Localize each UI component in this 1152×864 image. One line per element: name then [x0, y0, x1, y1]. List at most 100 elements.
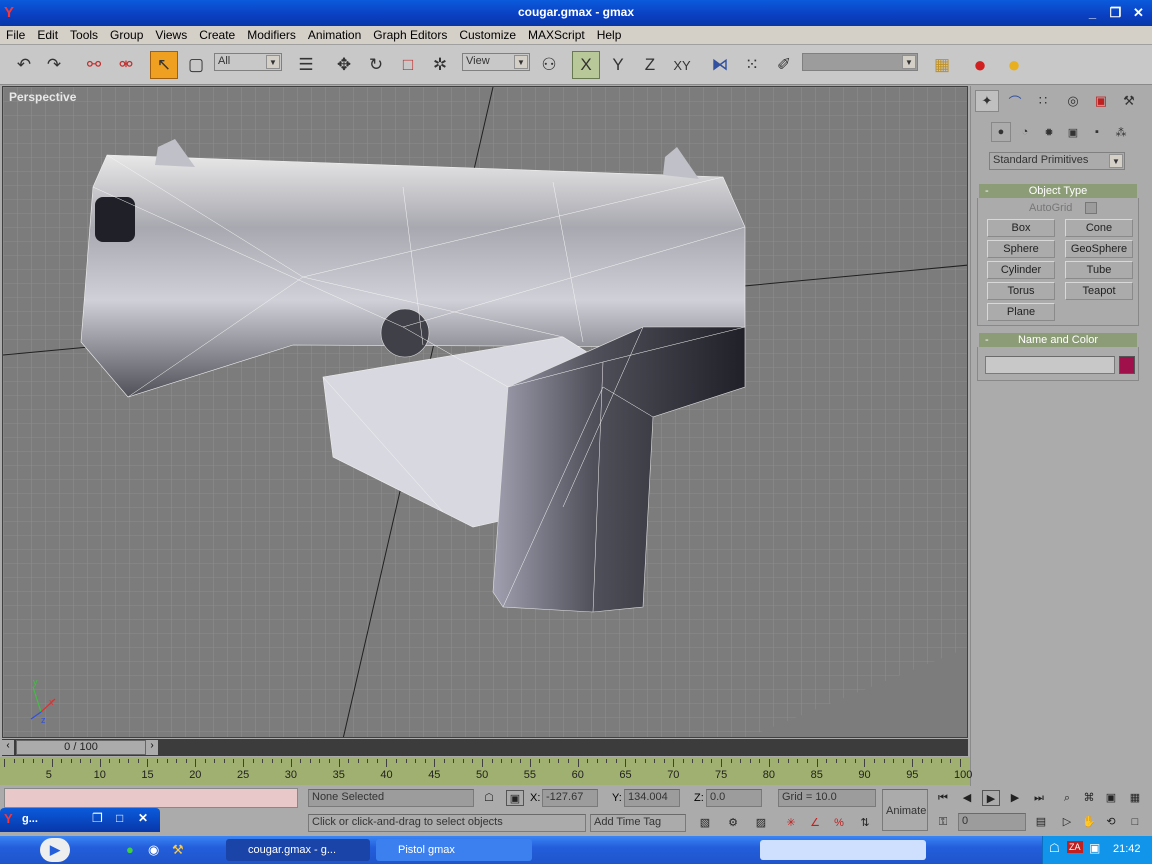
torus-button[interactable]: Torus	[987, 282, 1055, 300]
x-coord-field[interactable]: -127.67	[542, 789, 598, 807]
zoom-all-icon[interactable]: ⌘	[1080, 790, 1098, 806]
menu-views[interactable]: Views	[149, 26, 193, 44]
pivot-center-icon[interactable]: ⚇	[535, 51, 563, 79]
menu-graph-editors[interactable]: Graph Editors	[367, 26, 453, 44]
axis-xy-button[interactable]: XY	[668, 51, 696, 79]
geometry-icon[interactable]: ●	[991, 122, 1011, 142]
close-button[interactable]: ✕	[1128, 3, 1149, 23]
time-slider-thumb[interactable]: 0 / 100	[16, 740, 146, 755]
teapot-button[interactable]: Teapot	[1065, 282, 1133, 300]
selection-box-icon[interactable]: ▨	[752, 815, 770, 831]
scale-icon[interactable]: □	[394, 51, 422, 79]
z-coord-field[interactable]: 0.0	[706, 789, 762, 807]
animate-button[interactable]: Animate	[882, 789, 928, 831]
angle-snap-icon[interactable]: ∠	[806, 815, 824, 831]
redo-icon[interactable]: ↷	[40, 51, 68, 79]
axis-y-button[interactable]: Y	[604, 51, 632, 79]
tube-button[interactable]: Tube	[1065, 261, 1133, 279]
object-name-input[interactable]	[985, 356, 1115, 374]
media-toolbar[interactable]	[760, 840, 926, 860]
time-next-arrow-icon[interactable]: ›	[146, 740, 158, 755]
lock-selection-icon[interactable]: ☖	[480, 790, 498, 806]
hierarchy-tab-icon[interactable]: ∷	[1031, 90, 1055, 112]
plane-button[interactable]: Plane	[987, 303, 1055, 321]
quick-render-icon[interactable]: ●	[1000, 51, 1028, 79]
manipulate-icon[interactable]: ✲	[426, 51, 454, 79]
unlink-selection-icon[interactable]: ⚮	[112, 51, 140, 79]
spinner-snap-icon[interactable]: ⇅	[856, 815, 874, 831]
zoom-extents-icon[interactable]: ▣	[1102, 790, 1120, 806]
array-icon[interactable]: ⁙	[738, 51, 766, 79]
time-prev-arrow-icon[interactable]: ‹	[2, 740, 14, 755]
named-selection-dropdown[interactable]: ▼	[802, 53, 918, 71]
render-icon[interactable]: ●	[966, 51, 994, 79]
align-icon[interactable]: ✐	[770, 51, 798, 79]
helpers-icon[interactable]: ▪	[1087, 122, 1107, 142]
autogrid-checkbox[interactable]	[1085, 202, 1097, 214]
cone-button[interactable]: Cone	[1065, 219, 1133, 237]
quicklaunch-icon[interactable]: ●	[126, 842, 134, 857]
move-icon[interactable]: ✥	[330, 51, 358, 79]
add-time-tag-button[interactable]: Add Time Tag	[590, 814, 686, 832]
network-icon[interactable]: ☖	[1049, 841, 1060, 855]
shapes-icon[interactable]: ◔	[1015, 122, 1035, 142]
selection-filter-dropdown[interactable]: All ▼	[214, 53, 282, 71]
arc-rotate-icon[interactable]: ⟲	[1102, 814, 1120, 830]
quicklaunch-tool-icon[interactable]: ⚒	[172, 842, 184, 858]
motion-tab-icon[interactable]: ◎	[1061, 90, 1085, 112]
menu-maxscript[interactable]: MAXScript	[522, 26, 591, 44]
select-by-name-icon[interactable]: ☰	[292, 51, 320, 79]
name-and-color-rollout-header[interactable]: - Name and Color	[979, 333, 1137, 347]
field-of-view-icon[interactable]: ▷	[1058, 814, 1076, 830]
media-play-icon[interactable]: ▶	[40, 838, 70, 862]
task-gmax[interactable]: cougar.gmax - g...	[226, 839, 370, 861]
perspective-viewport[interactable]: y x z Perspective	[2, 86, 968, 738]
zonealarm-icon[interactable]: ZA	[1067, 841, 1083, 853]
utilities-tab-icon[interactable]: ⚒	[1117, 90, 1141, 112]
time-slider[interactable]: ‹ 0 / 100 ›	[2, 739, 968, 756]
key-mode-icon[interactable]: ⚿	[934, 814, 952, 830]
zoom-extents-all-icon[interactable]: ▦	[1126, 790, 1144, 806]
undo-icon[interactable]: ↶	[10, 51, 38, 79]
sphere-button[interactable]: Sphere	[987, 240, 1055, 258]
viewport-label[interactable]: Perspective	[9, 90, 76, 104]
current-frame-field[interactable]: 0	[958, 813, 1026, 831]
close-icon[interactable]: ✕	[138, 811, 148, 825]
select-and-link-icon[interactable]: ⚯	[80, 51, 108, 79]
cylinder-button[interactable]: Cylinder	[987, 261, 1055, 279]
media-player-icon[interactable]: ◉	[148, 842, 159, 858]
menu-tools[interactable]: Tools	[64, 26, 104, 44]
play-icon[interactable]: ▶	[982, 790, 1000, 806]
previous-frame-icon[interactable]: ◀	[958, 790, 976, 806]
menu-create[interactable]: Create	[193, 26, 241, 44]
task-pistol-gmax[interactable]: Pistol gmax	[376, 839, 532, 861]
axis-z-button[interactable]: Z	[636, 51, 664, 79]
reference-coordinate-dropdown[interactable]: View ▼	[462, 53, 530, 71]
tray-app-icon[interactable]: ▣	[1089, 841, 1100, 855]
modify-tab-icon[interactable]: ⌒	[1003, 90, 1027, 112]
zoom-icon[interactable]: ⌕	[1058, 790, 1076, 806]
display-tab-icon[interactable]: ▣	[1089, 90, 1113, 112]
snap-toggle-icon[interactable]: ✳	[782, 815, 800, 831]
rotate-icon[interactable]: ↻	[362, 51, 390, 79]
minimized-window[interactable]: Y g... ❒ □ ✕	[0, 808, 160, 832]
menu-animation[interactable]: Animation	[302, 26, 367, 44]
go-to-start-icon[interactable]: ⏮	[934, 790, 952, 806]
minimize-button[interactable]: _	[1082, 3, 1103, 23]
next-frame-icon[interactable]: ▶	[1006, 790, 1024, 806]
menu-modifiers[interactable]: Modifiers	[241, 26, 302, 44]
rectangular-selection-icon[interactable]: ▢	[182, 51, 210, 79]
menu-group[interactable]: Group	[104, 26, 149, 44]
space-warps-icon[interactable]: ⁂	[1111, 122, 1131, 142]
menu-customize[interactable]: Customize	[453, 26, 522, 44]
restore-button[interactable]: ❒	[1105, 3, 1126, 23]
cameras-icon[interactable]: ▣	[1063, 122, 1083, 142]
y-coord-field[interactable]: 134.004	[624, 789, 680, 807]
material-editor-icon[interactable]: ▦	[928, 51, 956, 79]
geosphere-button[interactable]: GeoSphere	[1065, 240, 1133, 258]
object-color-swatch[interactable]	[1119, 356, 1135, 374]
track-bar[interactable]: 5 10 15 20 25 30 35 40 45 50 55 60 65 70 75 80 85 90 95 100	[0, 757, 972, 785]
primitive-category-dropdown[interactable]: Standard Primitives ▼	[989, 152, 1125, 170]
menu-help[interactable]: Help	[591, 26, 628, 44]
restore-icon[interactable]: ❒	[92, 811, 103, 825]
